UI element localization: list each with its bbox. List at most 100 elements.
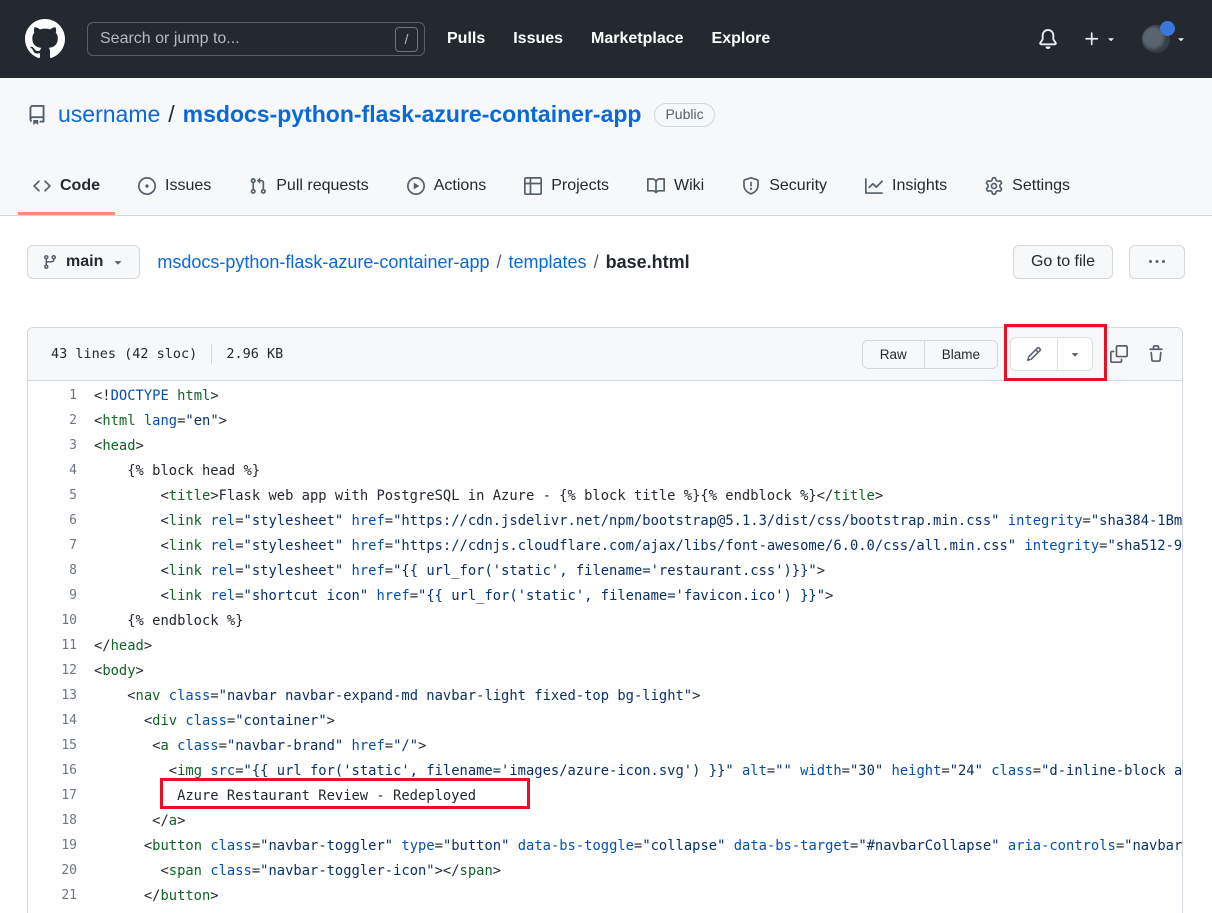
avatar	[1142, 25, 1170, 53]
create-new-button[interactable]	[1083, 30, 1117, 48]
raw-button[interactable]: Raw	[863, 341, 924, 368]
tab-wiki[interactable]: Wiki	[632, 177, 719, 215]
breadcrumb-link[interactable]: templates	[509, 252, 587, 273]
tab-actions[interactable]: Actions	[392, 177, 501, 215]
code-text: <a class="navbar-brand" href="/">	[77, 738, 426, 754]
file-lines-info: 43 lines (42 sloc)	[51, 346, 197, 362]
code-text: {% endblock %}	[77, 613, 244, 629]
line-number[interactable]: 6	[28, 513, 77, 528]
go-to-file-button[interactable]: Go to file	[1013, 245, 1113, 279]
header-nav-marketplace[interactable]: Marketplace	[591, 30, 684, 48]
line-number[interactable]: 1	[28, 388, 77, 403]
header-right	[1038, 25, 1187, 53]
code-text: <title>Flask web app with PostgreSQL in …	[77, 488, 883, 504]
repo-name-link[interactable]: msdocs-python-flask-azure-container-app	[183, 101, 642, 128]
line-number[interactable]: 19	[28, 838, 77, 853]
tab-issues[interactable]: Issues	[123, 177, 226, 215]
more-options-button[interactable]	[1129, 245, 1185, 279]
line-number[interactable]: 7	[28, 538, 77, 553]
code-line-21: 21 </button>	[28, 883, 1182, 908]
breadcrumb-separator: /	[594, 252, 599, 273]
tab-label: Security	[769, 177, 827, 195]
line-number[interactable]: 16	[28, 763, 77, 778]
file-actions: Raw Blame	[862, 337, 1165, 371]
caret-down-icon	[1175, 33, 1187, 45]
delete-file-icon[interactable]	[1147, 345, 1165, 363]
graph-icon	[865, 177, 883, 195]
breadcrumb-row: main msdocs-python-flask-azure-container…	[27, 245, 1185, 279]
line-number[interactable]: 10	[28, 613, 77, 628]
git-branch-icon	[42, 254, 58, 270]
user-menu-button[interactable]	[1142, 25, 1187, 53]
header-nav-explore[interactable]: Explore	[712, 30, 771, 48]
shield-icon	[742, 177, 760, 195]
code-text: <!DOCTYPE html>	[77, 388, 219, 404]
line-number[interactable]: 20	[28, 863, 77, 878]
edit-dropdown-button[interactable]	[1057, 338, 1092, 370]
code-text: <img src="{{ url_for('static', filename=…	[77, 763, 1183, 779]
line-number[interactable]: 4	[28, 463, 77, 478]
code-text: </button>	[77, 888, 219, 904]
line-number[interactable]: 11	[28, 638, 77, 653]
header-nav-pulls[interactable]: Pulls	[447, 30, 485, 48]
code-line-9: 9 <link rel="shortcut icon" href="{{ url…	[28, 583, 1182, 608]
code-line-6: 6 <link rel="stylesheet" href="https://c…	[28, 508, 1182, 533]
line-number[interactable]: 13	[28, 688, 77, 703]
line-number[interactable]: 17	[28, 788, 77, 803]
code-line-1: 1<!DOCTYPE html>	[28, 383, 1182, 408]
line-number[interactable]: 15	[28, 738, 77, 753]
line-number[interactable]: 18	[28, 813, 77, 828]
line-number[interactable]: 12	[28, 663, 77, 678]
plus-icon	[1083, 30, 1101, 48]
line-number[interactable]: 5	[28, 488, 77, 503]
notifications-bell-icon[interactable]	[1038, 29, 1058, 49]
search-input[interactable]: Search or jump to... /	[87, 22, 425, 56]
code-line-17: 17 Azure Restaurant Review - Redeployed	[28, 783, 1182, 808]
repo-owner-link[interactable]: username	[58, 101, 160, 128]
tab-insights[interactable]: Insights	[850, 177, 962, 215]
code-text: </a>	[77, 813, 185, 829]
code-text: </head>	[77, 638, 152, 654]
line-number[interactable]: 2	[28, 413, 77, 428]
code-line-13: 13 <nav class="navbar navbar-expand-md n…	[28, 683, 1182, 708]
header-nav: Pulls Issues Marketplace Explore	[447, 30, 770, 48]
branch-selector-button[interactable]: main	[27, 245, 140, 279]
repo-header: username / msdocs-python-flask-azure-con…	[0, 78, 1212, 216]
code-line-10: 10 {% endblock %}	[28, 608, 1182, 633]
table-icon	[524, 177, 542, 195]
code-line-15: 15 <a class="navbar-brand" href="/">	[28, 733, 1182, 758]
title-separator: /	[168, 101, 174, 128]
github-logo-icon[interactable]	[25, 19, 65, 59]
line-number[interactable]: 3	[28, 438, 77, 453]
code-text: <link rel="stylesheet" href="{{ url_for(…	[77, 563, 825, 579]
slash-shortcut-hint: /	[395, 27, 418, 52]
header-nav-issues[interactable]: Issues	[513, 30, 563, 48]
line-number[interactable]: 14	[28, 713, 77, 728]
code-line-19: 19 <button class="navbar-toggler" type="…	[28, 833, 1182, 858]
play-icon	[407, 177, 425, 195]
line-number[interactable]: 21	[28, 888, 77, 903]
line-number[interactable]: 8	[28, 563, 77, 578]
code-line-4: 4 {% block head %}	[28, 458, 1182, 483]
tab-code[interactable]: Code	[18, 177, 115, 215]
code-text: <body>	[77, 663, 144, 679]
caret-down-icon	[111, 255, 125, 269]
code-line-11: 11</head>	[28, 633, 1182, 658]
copy-file-icon[interactable]	[1110, 345, 1128, 363]
code-line-14: 14 <div class="container">	[28, 708, 1182, 733]
breadcrumb-separator: /	[497, 252, 502, 273]
tab-projects[interactable]: Projects	[509, 177, 624, 215]
edit-button-group	[1010, 337, 1093, 371]
blame-button[interactable]: Blame	[924, 341, 997, 368]
search-placeholder-text: Search or jump to...	[100, 30, 395, 48]
breadcrumb-link[interactable]: msdocs-python-flask-azure-container-app	[157, 252, 489, 273]
tab-security[interactable]: Security	[727, 177, 842, 215]
tab-label: Projects	[551, 177, 609, 195]
line-number[interactable]: 9	[28, 588, 77, 603]
file-viewer: 43 lines (42 sloc) 2.96 KB Raw Blame 1<!…	[27, 327, 1183, 913]
tab-pull-requests[interactable]: Pull requests	[234, 177, 384, 215]
tab-settings[interactable]: Settings	[970, 177, 1085, 215]
code-line-2: 2<html lang="en">	[28, 408, 1182, 433]
repo-tabs: CodeIssuesPull requestsActions Projects Wi…	[18, 177, 1085, 215]
edit-pencil-button[interactable]	[1011, 338, 1057, 370]
